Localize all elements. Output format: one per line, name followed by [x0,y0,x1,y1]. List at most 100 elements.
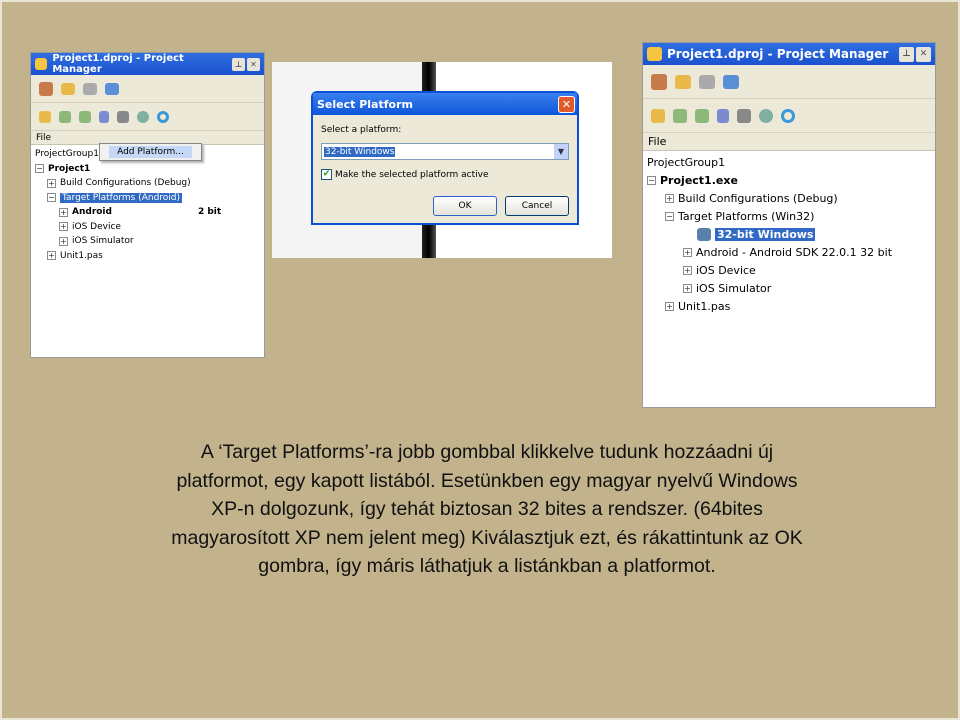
dialog-screenshot: Select Platform ✕ Select a platform: 32-b… [272,62,612,258]
apple-icon[interactable] [83,82,97,95]
tree-item[interactable]: ProjectGroup1 [647,153,931,171]
dialog-title: Select Platform [317,97,413,111]
calendar-icon[interactable] [723,74,739,89]
pin-icon[interactable]: ⊥ [232,57,245,71]
make-active-checkbox[interactable]: ✔ Make the selected platform active [321,169,489,180]
tree-label: iOS Device [696,263,756,277]
collapse-icon[interactable]: − [665,211,674,221]
project-tree: ProjectGroup1 − Project1 + Build Configura… [31,145,264,265]
collapse-icon[interactable]: − [35,164,44,174]
build-icon[interactable] [117,110,129,123]
tree-label: iOS Simulator [696,281,772,295]
context-menu: Add Platform... [99,143,202,161]
tree-label: Target Platforms (Win32) [678,209,815,223]
platforms-icon[interactable] [781,108,795,123]
list-icon[interactable] [717,108,729,123]
collapse-icon[interactable]: − [47,193,56,203]
tree-label-suffix: 2 bit [197,207,222,218]
windows-icon [697,227,711,241]
tree-item[interactable]: + iOS Simulator [35,234,260,249]
add-icon[interactable] [59,110,71,123]
title-bar: Project1.dproj - Project Manager ⊥ ✕ [643,43,935,65]
caption-line: XP-n dolgozunk, így tehát biztosan 32 bi… [211,498,763,520]
select-platform-dialog: Select Platform ✕ Select a platform: 32-b… [311,91,579,225]
list-icon[interactable] [99,110,109,123]
expand-icon[interactable]: + [59,207,68,217]
window-title: Project1.dproj - Project Manager [667,47,889,61]
ok-button[interactable]: OK [433,196,497,216]
calendar-icon[interactable] [105,82,119,95]
close-icon[interactable]: ✕ [558,95,575,113]
window-title: Project1.dproj - Project Manager [52,53,184,75]
sync-icon[interactable] [39,110,51,123]
project-manager-icon [647,47,662,61]
project-manager-icon [35,58,48,70]
apple-icon[interactable] [699,74,715,89]
open-folder-icon[interactable] [61,82,75,95]
new-icon[interactable] [651,73,667,90]
tree-item[interactable]: + iOS Simulator [647,279,931,297]
open-folder-icon[interactable] [675,74,691,89]
slide-caption: A ‘Target Platforms’-ra jobb gombbal kli… [102,438,872,581]
tree-label: Android [72,207,112,218]
tree-item[interactable]: − Project1 [35,162,260,177]
checkmark-icon[interactable]: ✔ [321,169,332,180]
tree-label: Unit1.pas [60,250,103,261]
platform-label: Select a platform: [321,125,402,135]
caption-line: platformot, egy kapott listából. Esetünk… [176,469,798,492]
tree-label: Unit1.pas [678,299,731,313]
remove-icon[interactable] [695,108,709,123]
expand-icon[interactable]: + [665,193,674,203]
add-icon[interactable] [673,108,687,123]
platforms-icon[interactable] [157,110,169,123]
tree-item[interactable]: − Target Platforms (Android) [35,191,260,206]
sync-icon[interactable] [651,108,665,123]
expand-icon[interactable]: + [59,222,68,232]
chevron-down-icon[interactable]: ▼ [554,144,568,159]
expand-icon[interactable]: + [683,265,692,275]
caption-line: gombra, így máris láthatjuk a listánkban… [258,555,716,577]
tree-label: ProjectGroup1 [647,155,726,169]
expand-icon[interactable]: + [47,251,56,261]
caption-line: magyarosított XP nem jelent meg) Kiválas… [171,526,803,549]
close-icon[interactable]: ✕ [247,57,260,71]
tree-item[interactable]: + Build Configurations (Debug) [35,176,260,191]
collapse-icon[interactable]: − [647,175,656,185]
tree-item[interactable]: − Project1.exe [647,171,931,189]
toolbar-1 [643,65,935,99]
close-icon[interactable]: ✕ [916,46,931,62]
right-project-manager: Project1.dproj - Project Manager ⊥ ✕ File … [642,42,936,408]
platform-select[interactable]: 32-bit Windows ▼ [321,143,569,160]
tree-item[interactable]: + iOS Device [35,220,260,235]
configurations-icon[interactable] [137,110,149,123]
expand-icon[interactable]: + [59,236,68,246]
add-platform-menu-item[interactable]: Add Platform... [109,146,192,158]
checkbox-label: Make the selected platform active [335,169,489,180]
tree-item[interactable]: + Android - Android SDK 22.0.1 32 bit [647,243,931,261]
tree-label: Project1 [48,163,91,174]
tree-item[interactable]: + Build Configurations (Debug) [647,189,931,207]
tree-label: 32-bit Windows [715,227,816,241]
tree-item[interactable]: + iOS Device [647,261,931,279]
expand-icon[interactable]: + [683,247,692,257]
tree-item[interactable]: + Unit1.pas [35,249,260,264]
expand-icon[interactable]: + [665,301,674,311]
expand-icon[interactable]: + [683,283,692,293]
tree-item[interactable]: − Target Platforms (Win32) [647,207,931,225]
build-icon[interactable] [737,108,751,123]
column-header: File [643,133,935,151]
toolbar-1 [31,75,264,103]
remove-icon[interactable] [79,110,91,123]
new-icon[interactable] [39,81,53,96]
pin-icon[interactable]: ⊥ [899,46,914,62]
tree-item[interactable]: + Android 2 bit [35,205,260,220]
tree-item[interactable]: + Unit1.pas [647,297,931,315]
toolbar-2 [31,103,264,131]
title-bar: Project1.dproj - Project Manager ⊥ ✕ [31,53,264,75]
selected-value: 32-bit Windows [324,146,396,157]
cancel-button[interactable]: Cancel [505,196,569,216]
configurations-icon[interactable] [759,108,773,123]
tree-label: Target Platforms (Android) [60,192,183,203]
tree-item[interactable]: 32-bit Windows [647,225,931,243]
expand-icon[interactable]: + [47,178,56,188]
